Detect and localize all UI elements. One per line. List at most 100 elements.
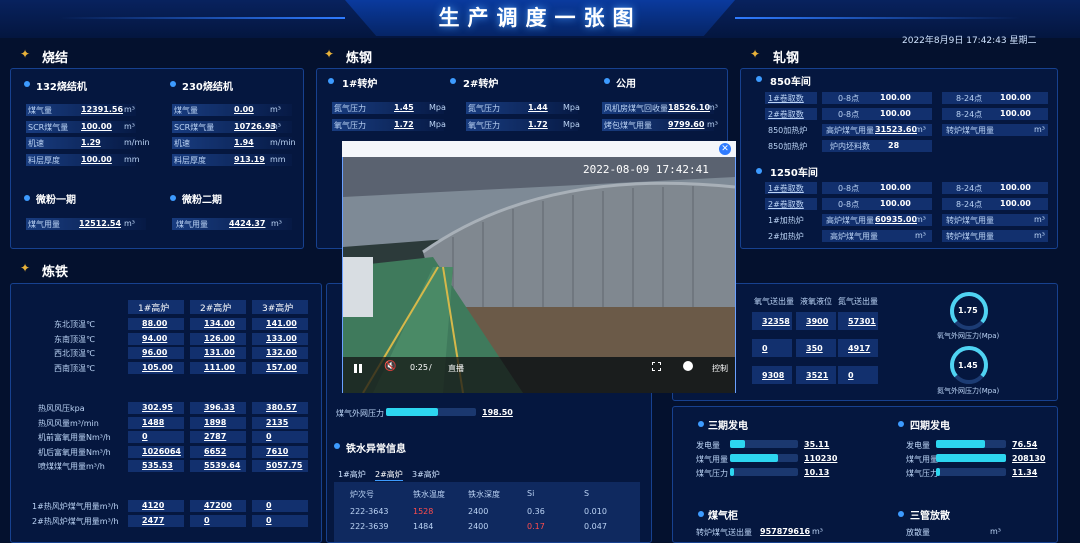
cell-bg xyxy=(128,431,184,443)
table-cell: 1528 xyxy=(413,507,434,516)
gas-value: 60935.00 xyxy=(875,215,918,224)
iron-value: 2135 xyxy=(266,417,289,427)
sinter-value: 913.19 xyxy=(234,154,265,164)
w1-value: 12512.54 xyxy=(79,219,122,228)
iron-value: 96.00 xyxy=(142,348,168,357)
sinter-label: 料层厚度 xyxy=(28,155,60,165)
bullet-icon xyxy=(698,511,704,517)
steel-unit: m³ xyxy=(707,103,718,112)
iron-value: 131.00 xyxy=(204,348,235,357)
shift-label: 8-24点 xyxy=(956,94,983,103)
steel-label: 氧气压力 xyxy=(334,121,366,130)
bullet-icon xyxy=(898,511,904,517)
w1-unit: m³ xyxy=(124,219,135,228)
ptz-control-button[interactable]: 控制 xyxy=(712,363,728,374)
w850-title: 850车间 xyxy=(770,77,811,88)
table-cell: 0.010 xyxy=(584,507,607,516)
gas-unit: m³ xyxy=(915,231,926,240)
iron-value: 5057.75 xyxy=(266,461,303,470)
oxy-value: 9308 xyxy=(762,371,785,380)
steel-label: 氮气压力 xyxy=(334,104,366,113)
sinter-value: 0.00 xyxy=(234,105,254,114)
r4-label: 高炉煤气用量 xyxy=(830,232,878,241)
sinter-unit: m/min xyxy=(270,138,296,147)
cell-bg xyxy=(252,431,308,443)
fullscreen-icon[interactable] xyxy=(652,362,661,371)
gas-pressure-value: 198.50 xyxy=(482,408,513,417)
iron-value: 94.00 xyxy=(142,333,168,343)
power-label: 煤气用量 xyxy=(906,455,938,464)
sinter-value: 1.94 xyxy=(234,138,254,147)
bullet-icon xyxy=(328,78,334,84)
pause-icon[interactable] xyxy=(354,364,362,373)
tab-3-furnace[interactable]: 3#高炉 xyxy=(412,469,440,480)
oxy-header: 氧气送出量 xyxy=(754,297,794,306)
nitrogen-gauge-value: 1.45 xyxy=(958,361,978,370)
nitrogen-gauge-label: 氮气外网压力(Mpa) xyxy=(937,387,1000,395)
iron-title: 炼铁 xyxy=(42,265,69,280)
w2-title: 微粉二期 xyxy=(182,195,222,206)
w2-label: 煤气用量 xyxy=(176,220,208,229)
holder-value: 957879616 xyxy=(760,527,811,536)
power-label: 煤气压力 xyxy=(696,469,728,478)
sinter-value: 12391.56 xyxy=(81,105,124,114)
m132-title: 132烧结机 xyxy=(36,82,87,93)
settings-icon[interactable] xyxy=(683,361,693,371)
mute-icon[interactable]: 🔇 xyxy=(384,361,396,372)
oxygen-gauge-value: 1.75 xyxy=(958,306,978,315)
datetime: 2022年8月9日 17:42:43 星期二 xyxy=(902,36,1037,46)
iron-value: 0 xyxy=(266,432,272,441)
iron-label: 喷煤煤气用量m³/h xyxy=(38,462,105,471)
iron-label: 东南顶温℃ xyxy=(54,334,95,344)
close-icon[interactable]: ✕ xyxy=(719,143,731,155)
c2-title: 2#转炉 xyxy=(463,79,499,90)
shift-label: 8-24点 xyxy=(956,184,983,193)
iron-value: 0 xyxy=(266,515,272,525)
iron-value: 132.00 xyxy=(266,348,297,357)
table-cell: 2400 xyxy=(468,522,489,531)
sinter-label: SCR煤气量 xyxy=(28,122,69,132)
gas-label: 高炉煤气用量 xyxy=(826,126,874,135)
sinter-value: 100.00 xyxy=(81,154,112,164)
steel-title: 炼钢 xyxy=(346,51,373,66)
iron-value: 1026064 xyxy=(142,446,181,456)
furnace-header: 3#高炉 xyxy=(262,304,294,314)
iron-value: 380.57 xyxy=(266,403,297,412)
sinter-value: 100.00 xyxy=(81,121,112,131)
gas-label: 转炉煤气用量 xyxy=(946,232,994,241)
iron-value: 2787 xyxy=(204,432,227,441)
bullet-icon xyxy=(24,81,30,87)
sinter-unit: m³ xyxy=(270,121,281,131)
table-cell: 222-3639 xyxy=(350,522,389,531)
sinter-unit: mm xyxy=(124,154,140,164)
flare-unit: m³ xyxy=(990,527,1001,536)
pub-title: 公用 xyxy=(616,79,636,90)
iron-label: 热风风压kpa xyxy=(38,404,85,413)
tab-2-furnace[interactable]: 2#高炉 xyxy=(375,469,403,481)
sinter-title: 烧结 xyxy=(42,51,69,66)
flare-label: 放散量 xyxy=(906,528,930,537)
oxygen-gauge-label: 氧气外网压力(Mpa) xyxy=(937,332,1000,340)
power-value: 76.54 xyxy=(1012,440,1038,449)
steel-value: 18526.10 xyxy=(668,103,711,112)
sinter-unit: m³ xyxy=(124,121,135,131)
iron-label: 2#热风炉煤气用量m³/h xyxy=(32,516,119,526)
iron-value: 0 xyxy=(142,432,148,441)
iron-value: 157.00 xyxy=(266,362,297,372)
steel-section-icon: ✦ xyxy=(324,47,335,61)
cell-bg xyxy=(752,339,792,357)
steel-unit: Mpa xyxy=(563,120,580,129)
furnace-label: 2#加热炉 xyxy=(768,232,804,241)
steel-value: 1.45 xyxy=(394,103,414,112)
table-cell: 222-3643 xyxy=(350,507,389,516)
coil-label: 2#卷取数 xyxy=(768,110,804,119)
bullet-icon xyxy=(334,443,340,449)
video-frame[interactable]: 2022-08-09 17:42:41 xyxy=(343,157,735,393)
gas-unit: m³ xyxy=(1034,231,1045,240)
tab-1-furnace[interactable]: 1#高炉 xyxy=(338,469,366,480)
bullet-icon xyxy=(604,78,610,84)
iron-value: 6652 xyxy=(204,446,227,456)
power-label: 煤气压力 xyxy=(906,469,938,478)
bullet-icon xyxy=(698,421,704,427)
furnace-header: 1#高炉 xyxy=(138,304,170,314)
